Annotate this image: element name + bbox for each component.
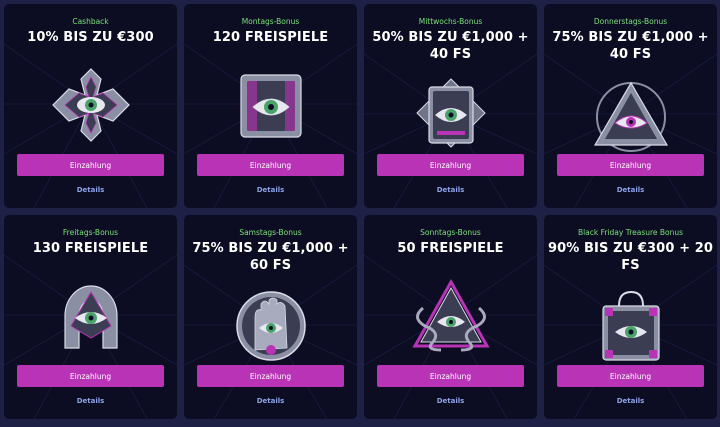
bonus-card-monday: Montags-Bonus 120 FREISPIELE Einzahlung … [184,4,357,208]
bonus-label: Cashback [72,17,109,26]
snake-triangle-eye-icon [411,278,490,352]
deposit-button[interactable]: Einzahlung [197,154,344,176]
bonus-title: 10% BIS ZU €300 [27,30,154,45]
bonus-title: 50% BIS ZU €1,000 + 40 FS [372,30,529,62]
bonus-label: Mittwochs-Bonus [418,17,483,26]
bonus-card-cashback: Cashback 10% BIS ZU €300 Einzahlung Deta… [4,4,177,208]
bonus-card-thursday: Donnerstags-Bonus 75% BIS ZU €1,000 + 40… [544,4,717,208]
bonus-title: 50 FREISPIELE [397,241,504,256]
deposit-button[interactable]: Einzahlung [17,154,164,176]
bonus-grid: Cashback 10% BIS ZU €300 Einzahlung Deta… [4,4,717,427]
playing-card-eye-icon [415,78,486,148]
pyramid-eye-icon [593,81,668,152]
bonus-label: Samstags-Bonus [239,228,302,237]
deposit-button[interactable]: Einzahlung [557,365,704,387]
details-link[interactable]: Details [4,186,177,194]
shopping-bag-eye-icon [601,290,660,361]
bonus-card-saturday: Samstags-Bonus 75% BIS ZU €1,000 + 60 FS… [184,215,357,419]
horseshoe-eye-icon [63,285,118,349]
bonus-label: Freitags-Bonus [62,228,119,237]
bonus-card-wednesday: Mittwochs-Bonus 50% BIS ZU €1,000 + 40 F… [364,4,537,208]
bonus-card-black-friday: Black Friday Treasure Bonus 90% BIS ZU €… [544,215,717,419]
bonus-title: 75% BIS ZU €1,000 + 40 FS [552,30,709,62]
bonus-label: Donnerstags-Bonus [593,17,668,26]
bonus-title: 90% BIS ZU €300 + 20 FS [548,241,714,273]
bonus-title: 75% BIS ZU €1,000 + 60 FS [192,241,349,273]
details-link[interactable]: Details [184,186,357,194]
bonus-card-sunday: Sonntags-Bonus 50 FREISPIELE Einzahlung … [364,215,537,419]
deposit-button[interactable]: Einzahlung [197,365,344,387]
details-link[interactable]: Details [184,397,357,405]
bonus-title: 120 FREISPIELE [212,30,329,45]
hand-coin-eye-icon [235,291,306,361]
deposit-button[interactable]: Einzahlung [377,365,524,387]
bonus-card-friday: Freitags-Bonus 130 FREISPIELE Einzahlung… [4,215,177,419]
details-link[interactable]: Details [544,186,717,194]
maltese-cross-eye-icon [51,68,130,142]
deposit-button[interactable]: Einzahlung [557,154,704,176]
bonus-label: Sonntags-Bonus [420,228,481,237]
details-link[interactable]: Details [4,397,177,405]
details-link[interactable]: Details [364,186,537,194]
details-link[interactable]: Details [364,397,537,405]
deposit-button[interactable]: Einzahlung [377,154,524,176]
bonus-label: Black Friday Treasure Bonus [577,228,684,237]
deposit-button[interactable]: Einzahlung [17,365,164,387]
bonus-label: Montags-Bonus [241,17,300,26]
slot-machine-eye-icon [239,74,302,138]
bonus-title: 130 FREISPIELE [32,241,149,256]
details-link[interactable]: Details [544,397,717,405]
